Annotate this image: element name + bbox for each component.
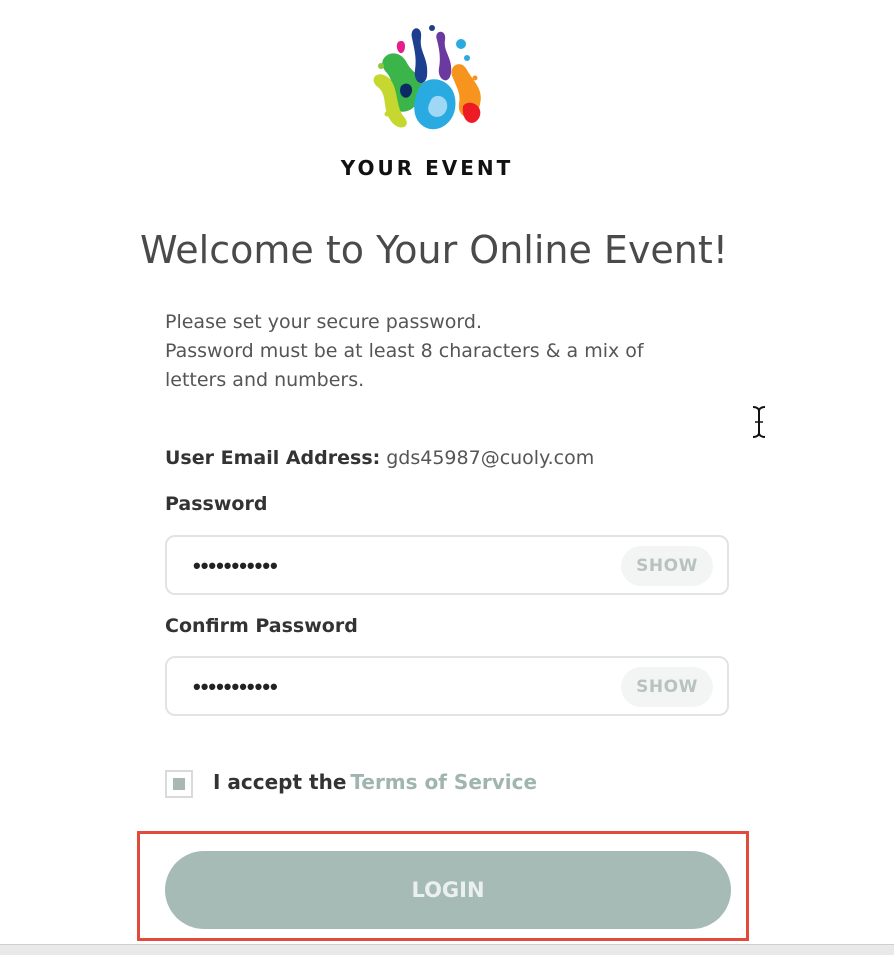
terms-accept-text: I accept the Terms of Service xyxy=(213,770,537,794)
terms-of-service-link[interactable]: Terms of Service xyxy=(350,770,537,794)
window-bottom-edge xyxy=(0,944,894,955)
show-confirm-password-button[interactable]: SHOW xyxy=(621,667,713,707)
login-button[interactable]: LOGIN xyxy=(165,851,731,929)
email-label: User Email Address: xyxy=(165,447,381,469)
brand-name: YOUR EVENT xyxy=(340,156,514,180)
checkbox-check-icon xyxy=(173,778,185,790)
page-title: Welcome to Your Online Event! xyxy=(139,228,729,272)
password-label: Password xyxy=(165,493,268,515)
confirm-password-label: Confirm Password xyxy=(165,615,358,637)
colorful-splash-logo-icon xyxy=(373,25,481,130)
show-password-button[interactable]: SHOW xyxy=(621,546,713,586)
password-value: ••••••••••• xyxy=(193,553,278,578)
terms-checkbox[interactable] xyxy=(165,770,193,798)
email-value: gds45987@cuoly.com xyxy=(386,447,595,469)
intro-text: Please set your secure password. Passwor… xyxy=(165,308,725,395)
password-field[interactable]: ••••••••••• SHOW xyxy=(165,535,729,595)
confirm-password-value: ••••••••••• xyxy=(193,674,278,699)
intro-line: Please set your secure password. xyxy=(165,311,482,333)
user-email-row: User Email Address: gds45987@cuoly.com xyxy=(165,447,594,469)
intro-line: Password must be at least 8 characters &… xyxy=(165,340,644,362)
confirm-password-field[interactable]: ••••••••••• SHOW xyxy=(165,656,729,716)
text-cursor-icon xyxy=(752,406,766,438)
terms-prefix: I accept the xyxy=(213,770,347,794)
intro-line: letters and numbers. xyxy=(165,369,365,391)
